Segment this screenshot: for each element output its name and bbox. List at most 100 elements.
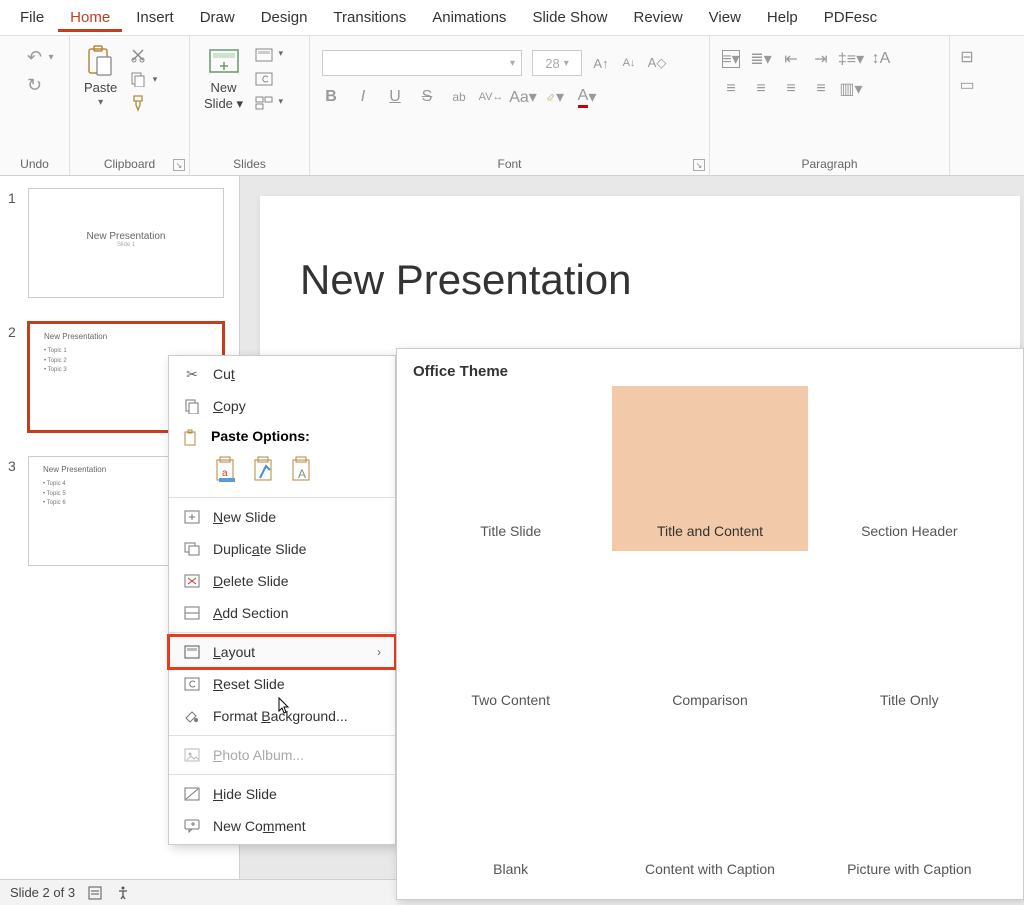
decrease-indent-icon[interactable]: ⇤ xyxy=(782,50,800,68)
ribbon-group-font: ▾ 28▾ A↑ A↓ A◇ B I U S ab AV↔ Aa▾ ▾ A▾ F… xyxy=(310,36,710,175)
font-dialog-launcher[interactable]: ↘ xyxy=(693,159,705,171)
smartart-icon[interactable]: ▭ xyxy=(958,76,976,94)
numbering-icon[interactable]: ≣▾ xyxy=(752,50,770,68)
paste-icon xyxy=(85,46,117,78)
font-size-combo[interactable]: 28▾ xyxy=(532,50,582,76)
cut-icon: ✂ xyxy=(183,365,201,383)
menu-slide-show[interactable]: Slide Show xyxy=(520,3,619,32)
layout-option-label: Picture with Caption xyxy=(847,861,972,877)
bullets-icon[interactable]: ≡▾ xyxy=(722,50,740,68)
layout-option-content-with-caption[interactable]: Content with Caption xyxy=(612,724,807,889)
reset-ribbon-icon[interactable] xyxy=(255,70,273,88)
layout-option-picture-with-caption[interactable]: Picture with Caption xyxy=(812,724,1007,889)
paste-button[interactable]: Paste ▾ xyxy=(78,42,123,112)
context-menu: ✂ Cut Copy Paste Options: a A New Slide … xyxy=(168,355,396,845)
align-right-icon[interactable]: ≡ xyxy=(782,80,800,98)
layout-option-blank[interactable]: Blank xyxy=(413,724,608,889)
shadow-icon[interactable]: ab xyxy=(450,88,468,106)
menu-animations[interactable]: Animations xyxy=(420,3,518,32)
justify-icon[interactable]: ≡ xyxy=(812,80,830,98)
accessibility-icon[interactable] xyxy=(115,885,131,901)
menu-design[interactable]: Design xyxy=(249,3,320,32)
clear-format-icon[interactable]: A◇ xyxy=(648,54,666,72)
duplicate-slide-icon xyxy=(183,540,201,558)
paste-dropdown-icon[interactable]: ▾ xyxy=(98,97,103,108)
menu-pdfesc[interactable]: PDFesc xyxy=(812,3,889,32)
context-new-slide[interactable]: New Slide xyxy=(169,501,395,533)
align-left-icon[interactable]: ≡ xyxy=(722,80,740,98)
menu-draw[interactable]: Draw xyxy=(188,3,247,32)
line-spacing-icon[interactable]: ‡≡▾ xyxy=(842,50,860,68)
copy-icon[interactable]: ▾ xyxy=(129,70,147,88)
context-layout[interactable]: Layout › xyxy=(169,636,395,668)
context-new-comment[interactable]: New Comment xyxy=(169,810,395,842)
layout-option-title-slide[interactable]: Title Slide xyxy=(413,386,608,551)
paste-opt-source-format[interactable] xyxy=(251,456,279,486)
paste-opt-dest-theme[interactable]: a xyxy=(213,456,241,486)
layout-ribbon-icon[interactable]: ▾ xyxy=(255,46,273,64)
new-slide-button[interactable]: New Slide ▾ xyxy=(198,42,249,115)
change-case-icon[interactable]: Aa▾ xyxy=(514,88,532,106)
ribbon-label-font: Font xyxy=(318,153,701,173)
align-text-icon[interactable]: ⊟ xyxy=(958,48,976,66)
columns-icon[interactable]: ▥▾ xyxy=(842,80,860,98)
menu-view[interactable]: View xyxy=(697,3,753,32)
context-cut[interactable]: ✂ Cut xyxy=(169,358,395,390)
redo-icon[interactable]: ↻ xyxy=(26,76,44,94)
layout-flyout: Office Theme Title SlideTitle and Conten… xyxy=(396,348,1024,900)
font-family-combo[interactable]: ▾ xyxy=(322,50,522,76)
increase-indent-icon[interactable]: ⇥ xyxy=(812,50,830,68)
char-spacing-icon[interactable]: AV↔ xyxy=(482,88,500,106)
layout-option-two-content[interactable]: Two Content xyxy=(413,555,608,720)
decrease-font-icon[interactable]: A↓ xyxy=(620,54,638,72)
layout-option-label: Two Content xyxy=(471,692,550,708)
paste-options-header: Paste Options: xyxy=(211,428,310,444)
context-delete-slide[interactable]: Delete Slide xyxy=(169,565,395,597)
status-text: Slide 2 of 3 xyxy=(10,885,75,900)
menu-home[interactable]: Home xyxy=(58,3,122,32)
menu-file[interactable]: File xyxy=(8,3,56,32)
paste-opt-picture[interactable]: A xyxy=(289,456,317,486)
increase-font-icon[interactable]: A↑ xyxy=(592,54,610,72)
menu-review[interactable]: Review xyxy=(621,3,694,32)
section-ribbon-icon[interactable]: ▾ xyxy=(255,94,273,112)
layout-flyout-header: Office Theme xyxy=(413,363,1007,380)
align-center-icon[interactable]: ≡ xyxy=(752,80,770,98)
clipboard-dialog-launcher[interactable]: ↘ xyxy=(173,159,185,171)
context-hide-slide[interactable]: Hide Slide xyxy=(169,778,395,810)
context-duplicate-slide[interactable]: Duplicate Slide xyxy=(169,533,395,565)
strikethrough-icon[interactable]: S xyxy=(418,88,436,106)
layout-option-label: Section Header xyxy=(861,523,958,539)
layout-option-label: Comparison xyxy=(672,692,747,708)
layout-option-title-and-content[interactable]: Title and Content xyxy=(612,386,807,551)
context-add-section[interactable]: Add Section xyxy=(169,597,395,629)
context-copy[interactable]: Copy xyxy=(169,390,395,422)
menu-help[interactable]: Help xyxy=(755,3,810,32)
context-reset-slide[interactable]: Reset Slide xyxy=(169,668,395,700)
bold-icon[interactable]: B xyxy=(322,88,340,106)
notes-icon[interactable] xyxy=(87,885,103,901)
add-section-icon xyxy=(183,604,201,622)
underline-icon[interactable]: U xyxy=(386,88,404,106)
ribbon-label-paragraph: Paragraph xyxy=(718,153,941,173)
layout-option-comparison[interactable]: Comparison xyxy=(612,555,807,720)
font-color-icon[interactable]: A▾ xyxy=(578,88,596,106)
paste-header-icon xyxy=(183,429,199,452)
format-painter-icon[interactable] xyxy=(129,94,147,112)
layout-option-title-only[interactable]: Title Only xyxy=(812,555,1007,720)
cut-icon[interactable] xyxy=(129,46,147,64)
layout-option-section-header[interactable]: Section Header xyxy=(812,386,1007,551)
thumbnail-slide[interactable]: New PresentationSlide 1 xyxy=(28,188,224,298)
layout-option-label: Blank xyxy=(493,861,528,877)
thumbnail-number: 3 xyxy=(8,456,22,474)
thumbnail-number: 2 xyxy=(8,322,22,340)
highlight-icon[interactable]: ▾ xyxy=(546,88,564,106)
undo-icon[interactable]: ↶▾ xyxy=(26,48,44,66)
italic-icon[interactable]: I xyxy=(354,88,372,106)
menu-insert[interactable]: Insert xyxy=(124,3,186,32)
slide-canvas[interactable]: New Presentation xyxy=(260,196,1020,364)
text-direction-icon[interactable]: ↕A xyxy=(872,50,890,68)
slide-title[interactable]: New Presentation xyxy=(300,256,980,304)
ribbon: ↶▾ ↻ Undo Paste ▾ ▾ Clipboard ↘ xyxy=(0,36,1024,176)
menu-transitions[interactable]: Transitions xyxy=(321,3,418,32)
